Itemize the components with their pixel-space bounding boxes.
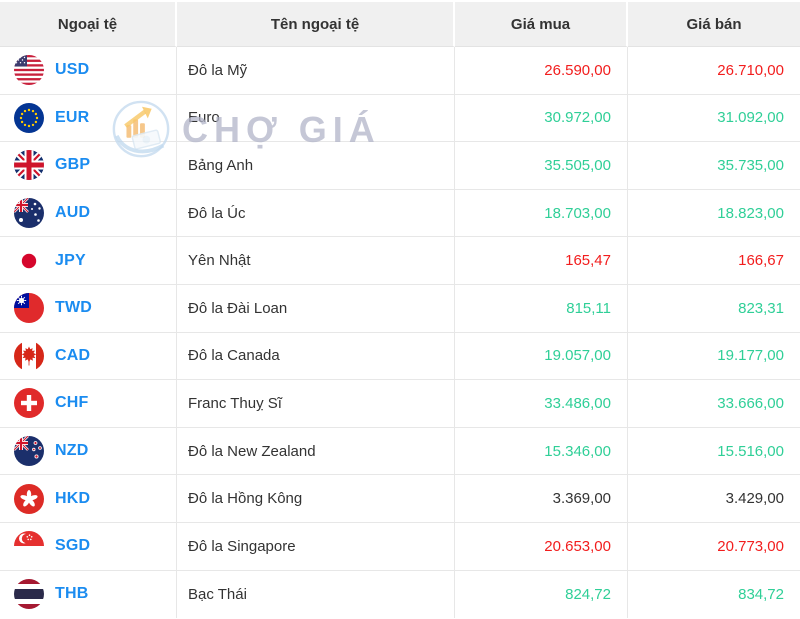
- sell-price: 834,72: [628, 571, 800, 619]
- currency-row-cad: CAD Đô la Canada 19.057,00 19.177,00: [0, 333, 800, 381]
- currency-name: Đô la New Zealand: [177, 428, 455, 476]
- sell-price: 26.710,00: [628, 47, 800, 95]
- sgd-flag-icon: [14, 531, 44, 561]
- sell-price: 15.516,00: [628, 428, 800, 476]
- buy-price: 815,11: [455, 285, 628, 333]
- currency-code-link[interactable]: THB: [55, 585, 88, 603]
- currency-name: Yên Nhật: [177, 237, 455, 285]
- currency-row-gbp: GBP Bảng Anh 35.505,00 35.735,00: [0, 142, 800, 190]
- thb-flag-icon: [14, 579, 44, 609]
- currency-code-link[interactable]: SGD: [55, 537, 90, 555]
- currency-code-link[interactable]: HKD: [55, 490, 90, 508]
- sell-price: 20.773,00: [628, 523, 800, 571]
- currency-code-link[interactable]: NZD: [55, 442, 88, 460]
- header-currency: Ngoại tệ: [0, 2, 177, 47]
- eur-flag-icon: [14, 103, 44, 133]
- currency-cell: GBP: [0, 142, 177, 190]
- currency-name: Đô la Úc: [177, 190, 455, 238]
- sell-price: 31.092,00: [628, 95, 800, 143]
- currency-row-chf: CHF Franc Thuỵ Sĩ 33.486,00 33.666,00: [0, 380, 800, 428]
- header-buy-price: Giá mua: [455, 2, 628, 47]
- sell-price: 166,67: [628, 237, 800, 285]
- currency-name: Bảng Anh: [177, 142, 455, 190]
- sell-price: 33.666,00: [628, 380, 800, 428]
- currency-row-thb: THB Bạc Thái 824,72 834,72: [0, 571, 800, 619]
- currency-code-link[interactable]: USD: [55, 61, 89, 79]
- currency-code-link[interactable]: CHF: [55, 394, 88, 412]
- currency-cell: USD: [0, 47, 177, 95]
- currency-name: Bạc Thái: [177, 571, 455, 619]
- currency-code-link[interactable]: JPY: [55, 252, 86, 270]
- buy-price: 15.346,00: [455, 428, 628, 476]
- currency-cell: JPY: [0, 237, 177, 285]
- buy-price: 30.972,00: [455, 95, 628, 143]
- currency-row-eur: EUR Euro 30.972,00 31.092,00: [0, 95, 800, 143]
- nzd-flag-icon: [14, 436, 44, 466]
- currency-row-aud: AUD Đô la Úc 18.703,00 18.823,00: [0, 190, 800, 238]
- currency-code-link[interactable]: GBP: [55, 156, 90, 174]
- currency-code-link[interactable]: EUR: [55, 109, 89, 127]
- hkd-flag-icon: [14, 484, 44, 514]
- table-header-row: Ngoại tệ Tên ngoại tệ Giá mua Giá bán: [0, 2, 800, 47]
- currency-name: Đô la Canada: [177, 333, 455, 381]
- currency-name: Euro: [177, 95, 455, 143]
- currency-cell: SGD: [0, 523, 177, 571]
- currency-name: Franc Thuỵ Sĩ: [177, 380, 455, 428]
- buy-price: 3.369,00: [455, 475, 628, 523]
- currency-row-nzd: NZD Đô la New Zealand 15.346,00 15.516,0…: [0, 428, 800, 476]
- sell-price: 19.177,00: [628, 333, 800, 381]
- usd-flag-icon: [14, 55, 44, 85]
- currency-row-sgd: SGD Đô la Singapore 20.653,00 20.773,00: [0, 523, 800, 571]
- currency-name: Đô la Đài Loan: [177, 285, 455, 333]
- buy-price: 19.057,00: [455, 333, 628, 381]
- currency-cell: THB: [0, 571, 177, 619]
- header-sell-price: Giá bán: [628, 2, 800, 47]
- currency-code-link[interactable]: CAD: [55, 347, 90, 365]
- cad-flag-icon: [14, 341, 44, 371]
- currency-row-jpy: JPY Yên Nhật 165,47 166,67: [0, 237, 800, 285]
- currency-name: Đô la Singapore: [177, 523, 455, 571]
- sell-price: 3.429,00: [628, 475, 800, 523]
- currency-row-hkd: HKD Đô la Hồng Kông 3.369,00 3.429,00: [0, 475, 800, 523]
- currency-cell: NZD: [0, 428, 177, 476]
- buy-price: 165,47: [455, 237, 628, 285]
- currency-code-link[interactable]: TWD: [55, 299, 92, 317]
- buy-price: 33.486,00: [455, 380, 628, 428]
- sell-price: 18.823,00: [628, 190, 800, 238]
- currency-cell: TWD: [0, 285, 177, 333]
- buy-price: 824,72: [455, 571, 628, 619]
- sell-price: 823,31: [628, 285, 800, 333]
- chf-flag-icon: [14, 388, 44, 418]
- currency-name: Đô la Hồng Kông: [177, 475, 455, 523]
- currency-row-usd: USD Đô la Mỹ 26.590,00 26.710,00: [0, 47, 800, 95]
- buy-price: 18.703,00: [455, 190, 628, 238]
- currency-name: Đô la Mỹ: [177, 47, 455, 95]
- exchange-rate-page: Ngoại tệ Tên ngoại tệ Giá mua Giá bán US…: [0, 0, 800, 619]
- gbp-flag-icon: [14, 150, 44, 180]
- currency-cell: HKD: [0, 475, 177, 523]
- currency-code-link[interactable]: AUD: [55, 204, 90, 222]
- sell-price: 35.735,00: [628, 142, 800, 190]
- currency-cell: EUR: [0, 95, 177, 143]
- currency-row-twd: TWD Đô la Đài Loan 815,11 823,31: [0, 285, 800, 333]
- jpy-flag-icon: [14, 246, 44, 276]
- header-currency-name: Tên ngoại tệ: [177, 2, 455, 47]
- currency-cell: CAD: [0, 333, 177, 381]
- currency-cell: CHF: [0, 380, 177, 428]
- buy-price: 20.653,00: [455, 523, 628, 571]
- buy-price: 35.505,00: [455, 142, 628, 190]
- twd-flag-icon: [14, 293, 44, 323]
- aud-flag-icon: [14, 198, 44, 228]
- buy-price: 26.590,00: [455, 47, 628, 95]
- exchange-rate-table: Ngoại tệ Tên ngoại tệ Giá mua Giá bán US…: [0, 2, 800, 618]
- currency-cell: AUD: [0, 190, 177, 238]
